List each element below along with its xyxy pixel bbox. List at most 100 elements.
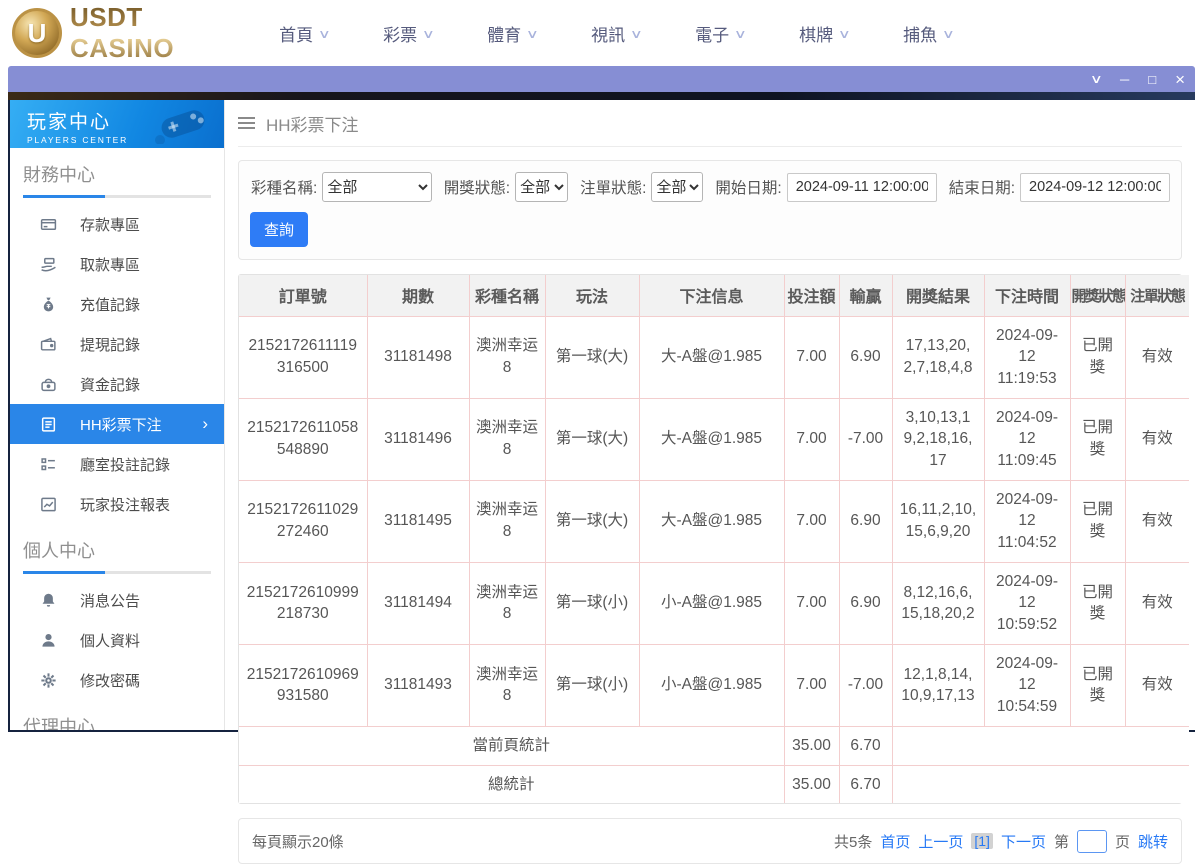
nav-item[interactable]: 首頁 ∨	[252, 21, 356, 46]
table-cell: 已開獎	[1070, 398, 1126, 481]
finance-menu-list: 存款專區 取款專區充值記錄提現記錄 資金記錄 HH彩票下注 › 廳室投註記錄玩家投注報表	[10, 198, 224, 524]
page-size-text: 每頁顯示20條	[252, 833, 344, 851]
sidebar-item[interactable]: 提現記錄	[10, 324, 224, 364]
jump-action-link[interactable]: 跳转	[1138, 831, 1168, 852]
table-cell: -7.00	[839, 644, 893, 727]
table-cell: 2024-09-12 11:04:52	[984, 480, 1071, 563]
sidebar-item[interactable]: 個人資料	[10, 620, 224, 660]
table-cell: 2152172611029272460	[239, 480, 368, 563]
window-close-icon[interactable]: ×	[1175, 71, 1185, 88]
pagination-bar: 每頁顯示20條 共5条 首页 上一页 [1] 下一页 第 页 跳转	[238, 818, 1182, 864]
coin-purse-icon	[39, 375, 57, 393]
page-title: HH彩票下注	[266, 115, 359, 135]
main-content: HH彩票下注 彩種名稱: 全部 開獎狀態: 全部 注單狀態: 全部 開始日期: …	[225, 100, 1195, 864]
sidebar-item[interactable]: HH彩票下注 ›	[10, 404, 224, 444]
table-cell: 澳洲幸运8	[469, 480, 546, 563]
table-cell: 澳洲幸运8	[469, 562, 546, 645]
summary-label: 當前頁統計	[239, 726, 785, 766]
sidebar-item-label: 個人資料	[80, 632, 141, 650]
summary-empty-cell	[892, 765, 1189, 804]
nav-item[interactable]: 彩票 ∨	[356, 21, 460, 46]
sidebar-item[interactable]: 消息公告	[10, 580, 224, 620]
chevron-down-icon: ∨	[837, 27, 852, 41]
sidebar-item[interactable]: 存款專區	[10, 204, 224, 244]
table-cell: 第一球(大)	[545, 480, 640, 563]
logo-letter: U	[27, 17, 47, 48]
table-cell: 7.00	[784, 562, 840, 645]
sidebar-item-label: 玩家投注報表	[80, 496, 171, 514]
hamburger-icon[interactable]	[238, 117, 255, 129]
next-page-link[interactable]: 下一页	[1001, 831, 1046, 852]
table-cell: 第一球(大)	[545, 316, 640, 399]
table-row: 2152172611029272460 31181495 澳洲幸运8 第一球(大) 大-…	[239, 480, 1189, 563]
app-window: ∨ ─ □ × 玩家中心 PLAYERS CENTER 財務中心 存款專區 取款…	[8, 66, 1195, 864]
table-cell: 2152172610999218730	[239, 562, 368, 645]
summary-bet-total: 35.00	[784, 726, 840, 766]
prev-page-link[interactable]: 上一页	[918, 831, 963, 852]
end-date-input[interactable]	[1020, 172, 1170, 202]
table-cell: 澳洲幸运8	[469, 644, 546, 727]
order-status-select[interactable]: 全部	[651, 172, 704, 202]
withdraw-hand-icon	[39, 255, 57, 273]
table-cell: 7.00	[784, 398, 840, 481]
table-cell: 已開獎	[1070, 480, 1126, 563]
nav-item[interactable]: 捕魚 ∨	[876, 21, 980, 46]
sidebar-item[interactable]: 取款專區	[10, 244, 224, 284]
bets-table: 訂單號 期數 彩種名稱 玩法 下注信息 投注額 輸贏 開獎結果 下注時間 開獎狀態 注單狀態 215…	[239, 275, 1189, 804]
table-cell: 已開獎	[1070, 316, 1126, 399]
column-header: 開獎狀態	[1070, 275, 1126, 317]
chevron-down-icon: ∨	[733, 27, 748, 41]
jump-prefix-text: 第	[1053, 833, 1069, 851]
table-cell: 已開獎	[1070, 644, 1126, 727]
nav-item-label: 電子	[695, 25, 730, 45]
table-cell: 7.00	[784, 480, 840, 563]
table-cell: 小-A盤@1.985	[639, 644, 785, 727]
lottery-doc-icon	[39, 415, 57, 433]
window-minimize-icon[interactable]: ─	[1120, 73, 1129, 86]
chevron-down-icon: ∨	[317, 27, 332, 41]
gear-icon	[39, 671, 57, 689]
page-jump-input[interactable]	[1076, 829, 1107, 853]
table-cell: 3,10,13,19,2,18,16,17	[892, 398, 985, 481]
sidebar-item[interactable]: 玩家投注報表	[10, 484, 224, 524]
site-logo[interactable]: U USDT CASINO	[0, 2, 238, 64]
sidebar-item[interactable]: 修改密碼	[10, 660, 224, 700]
nav-item-label: 彩票	[383, 25, 418, 45]
table-cell: 2024-09-12 10:59:52	[984, 562, 1071, 645]
nav-item[interactable]: 體育 ∨	[460, 21, 564, 46]
sidebar-item[interactable]: 廳室投註記錄	[10, 444, 224, 484]
start-date-input[interactable]	[786, 172, 937, 202]
table-cell: 2152172611058548890	[239, 398, 368, 481]
sidebar-item[interactable]: 充值記錄	[10, 284, 224, 324]
sidebar-item[interactable]: 資金記錄	[10, 364, 224, 404]
table-cell: 澳洲幸运8	[469, 398, 546, 481]
first-page-link[interactable]: 首页	[880, 831, 910, 852]
query-button[interactable]: 查詢	[250, 212, 309, 247]
lottery-name-label: 彩種名稱:	[251, 180, 318, 197]
window-maximize-icon[interactable]: □	[1148, 73, 1156, 86]
sidebar-item-label: 消息公告	[80, 592, 141, 610]
summary-row: 當前頁統計 35.00 6.70	[239, 726, 1189, 766]
table-cell: 2024-09-12 11:09:45	[984, 398, 1071, 481]
table-cell: 第一球(小)	[545, 562, 640, 645]
table-cell: 2152172611119316500	[239, 316, 368, 399]
window-banner-strip	[8, 92, 1195, 100]
table-cell: 有效	[1125, 398, 1189, 481]
current-page-badge: [1]	[971, 833, 993, 850]
summary-empty-cell	[892, 726, 1189, 766]
personal-menu-list: 消息公告個人資料修改密碼	[10, 574, 224, 700]
sidebar-item-label: 充值記錄	[80, 296, 141, 314]
window-dropdown-icon[interactable]: ∨	[1090, 73, 1103, 85]
lottery-name-select[interactable]: 全部	[322, 172, 432, 202]
money-bag-icon	[39, 295, 57, 313]
sidebar-header: 玩家中心 PLAYERS CENTER	[10, 100, 224, 148]
table-cell: 已開獎	[1070, 562, 1126, 645]
nav-item[interactable]: 電子 ∨	[668, 21, 772, 46]
sidebar-item-label: 修改密碼	[80, 672, 141, 690]
column-header: 輸贏	[839, 275, 893, 317]
report-chart-icon	[39, 495, 57, 513]
table-header-row: 訂單號 期數 彩種名稱 玩法 下注信息 投注額 輸贏 開獎結果 下注時間 開獎狀態 注單狀態	[239, 275, 1189, 317]
draw-status-select[interactable]: 全部	[515, 172, 569, 202]
nav-item[interactable]: 視訊 ∨	[564, 21, 668, 46]
nav-item[interactable]: 棋牌 ∨	[772, 21, 876, 46]
